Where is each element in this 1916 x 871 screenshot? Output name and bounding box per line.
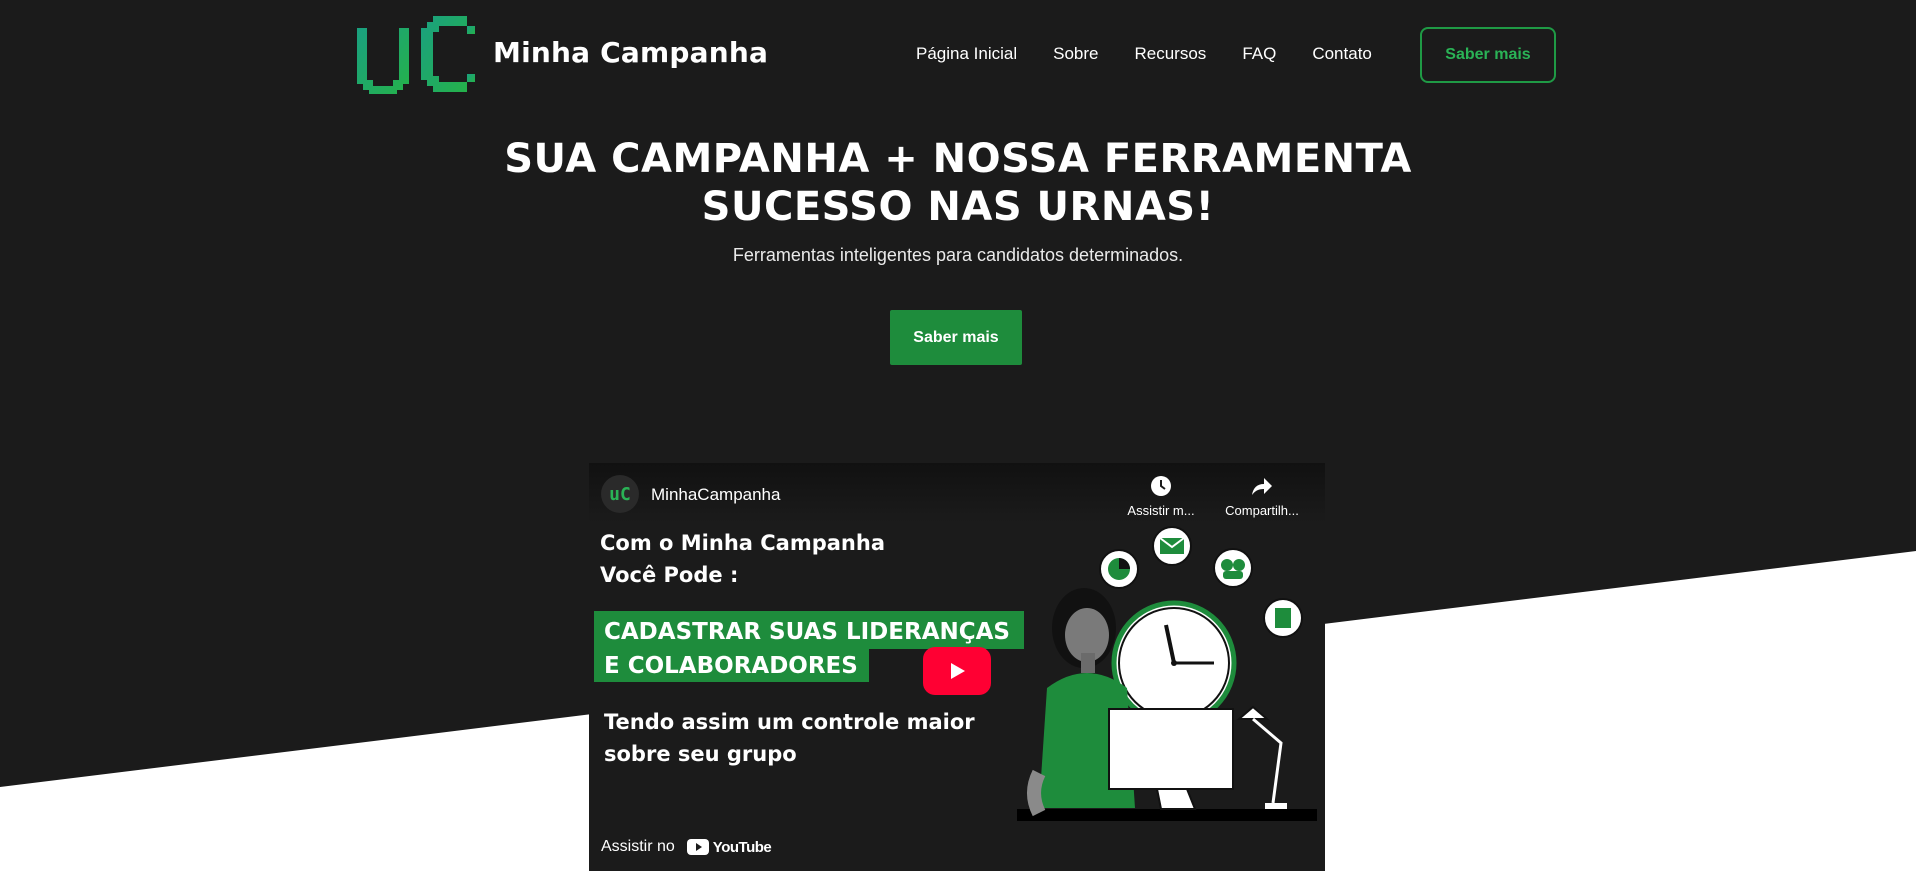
video-sub-line1: Tendo assim um controle maior xyxy=(604,710,975,734)
channel-avatar[interactable]: uC xyxy=(601,475,639,513)
nav-link-resources[interactable]: Recursos xyxy=(1135,44,1207,64)
desk-lamp xyxy=(1236,705,1287,809)
nav-link-contact[interactable]: Contato xyxy=(1312,44,1372,64)
play-icon xyxy=(951,663,965,679)
site-header: Minha Campanha Página Inicial Sobre Recu… xyxy=(0,0,1916,110)
hero-section: SUA CAMPANHA + NOSSA FERRAMENTA SUCESSO … xyxy=(0,135,1916,365)
video-sub-line2: sobre seu grupo xyxy=(604,742,797,766)
book-icon xyxy=(1263,598,1303,638)
hero-title-line1: SUA CAMPANHA + NOSSA FERRAMENTA xyxy=(504,136,1412,182)
video-heading: Com o Minha Campanha Você Pode : xyxy=(600,527,885,591)
hero-title: SUA CAMPANHA + NOSSA FERRAMENTA SUCESSO … xyxy=(0,135,1916,231)
nav-link-home[interactable]: Página Inicial xyxy=(916,44,1017,64)
watch-on-label: Assistir no xyxy=(601,838,675,855)
team-icon xyxy=(1213,548,1253,588)
watch-later-button[interactable]: Assistir m... xyxy=(1116,475,1206,518)
video-band-line1: CADASTRAR SUAS LIDERANÇAS xyxy=(604,619,1010,645)
hero-subtitle: Ferramentas inteligentes para candidatos… xyxy=(732,245,1184,265)
video-band-line2: E COLABORADORES xyxy=(604,653,858,679)
woman-at-desk-illustration xyxy=(1017,526,1317,821)
youtube-icon xyxy=(686,839,709,855)
share-button[interactable]: Compartilh... xyxy=(1217,475,1307,518)
main-nav: Página Inicial Sobre Recursos FAQ Contat… xyxy=(916,44,1408,64)
hero-title-line2: SUCESSO NAS URNAS! xyxy=(701,184,1215,230)
video-subtext: Tendo assim um controle maior sobre seu … xyxy=(604,706,975,770)
channel-name[interactable]: MinhaCampanha xyxy=(651,485,780,505)
brand-name[interactable]: Minha Campanha xyxy=(493,36,768,69)
youtube-logo: YouTube xyxy=(686,838,772,856)
nav-link-faq[interactable]: FAQ xyxy=(1242,44,1276,64)
share-icon xyxy=(1252,478,1272,495)
pie-chart-icon xyxy=(1099,549,1139,589)
wall-clock xyxy=(1111,600,1237,726)
video-heading-line2: Você Pode : xyxy=(600,563,739,587)
logo-uc-icon[interactable] xyxy=(355,14,477,94)
youtube-embed[interactable]: uC MinhaCampanha Assistir m... Compartil… xyxy=(589,463,1325,871)
hero-cta-button[interactable]: Saber mais xyxy=(890,310,1022,365)
nav-link-about[interactable]: Sobre xyxy=(1053,44,1098,64)
clock-icon xyxy=(1151,476,1171,496)
play-button[interactable] xyxy=(923,647,991,695)
header-cta-button[interactable]: Saber mais xyxy=(1420,27,1556,83)
video-heading-line1: Com o Minha Campanha xyxy=(600,531,885,555)
mail-icon xyxy=(1152,526,1192,566)
watch-on-youtube[interactable]: Assistir no YouTube xyxy=(601,838,772,856)
youtube-wordmark: YouTube xyxy=(712,838,772,856)
